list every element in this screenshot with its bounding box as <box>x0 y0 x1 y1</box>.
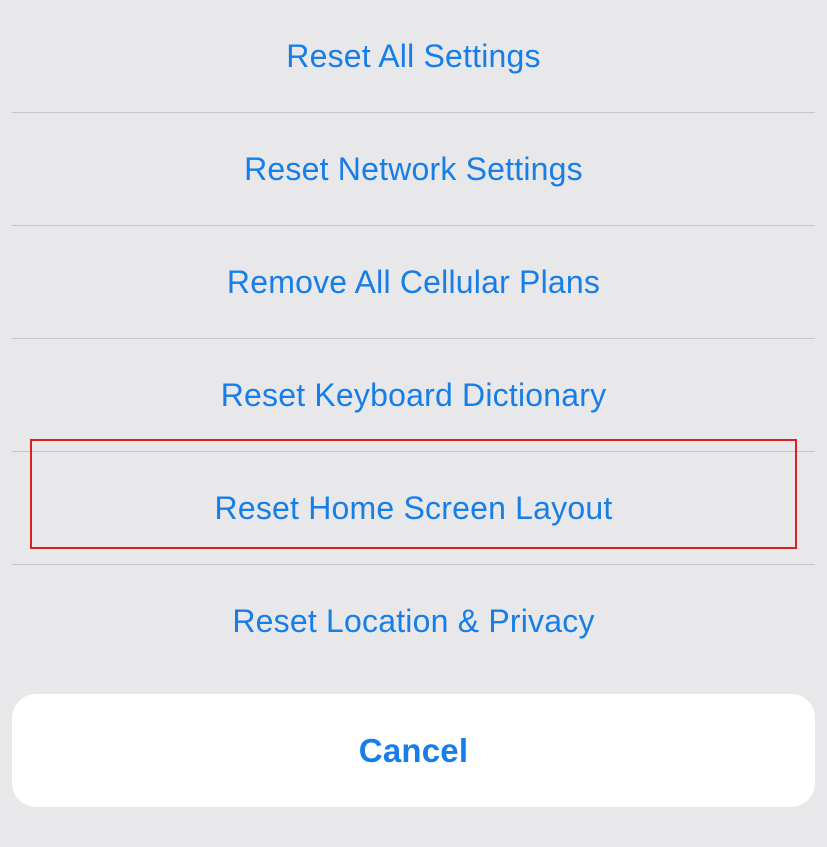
reset-network-settings-button[interactable]: Reset Network Settings <box>12 113 815 226</box>
remove-all-cellular-plans-button[interactable]: Remove All Cellular Plans <box>12 226 815 339</box>
reset-home-screen-layout-button[interactable]: Reset Home Screen Layout <box>12 452 815 565</box>
reset-all-settings-button[interactable]: Reset All Settings <box>12 0 815 113</box>
cancel-button[interactable]: Cancel <box>12 694 815 807</box>
reset-keyboard-dictionary-button[interactable]: Reset Keyboard Dictionary <box>12 339 815 452</box>
reset-location-privacy-button[interactable]: Reset Location & Privacy <box>12 565 815 678</box>
action-label: Reset Home Screen Layout <box>215 490 613 527</box>
action-label: Reset Location & Privacy <box>232 603 594 640</box>
action-sheet: Reset All Settings Reset Network Setting… <box>12 0 815 678</box>
action-label: Reset Keyboard Dictionary <box>221 377 607 414</box>
action-label: Remove All Cellular Plans <box>227 264 600 301</box>
action-label: Reset Network Settings <box>244 151 583 188</box>
action-label: Reset All Settings <box>286 38 540 75</box>
cancel-label: Cancel <box>359 732 468 770</box>
